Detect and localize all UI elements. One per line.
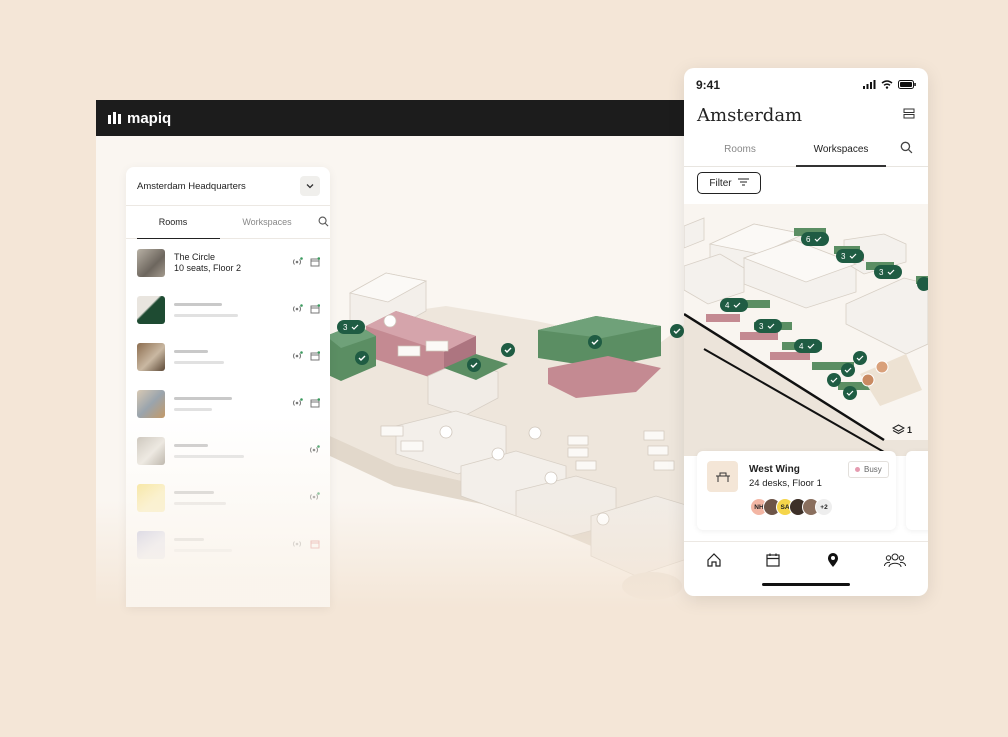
- calendar-icon: [310, 395, 321, 413]
- status-badge: Busy: [848, 461, 889, 478]
- logo-text: mapiq: [127, 109, 172, 127]
- home-indicator: [762, 583, 850, 586]
- layers-icon: [892, 424, 905, 435]
- phone-app: 9:41 Amsterdam Rooms Workspaces 6 3 3 4 …: [684, 68, 928, 596]
- map-badge-count: 6: [806, 235, 811, 244]
- building-name: Amsterdam Headquarters: [137, 180, 246, 192]
- filter-icon: [737, 177, 749, 189]
- sensor-icon: [291, 301, 303, 319]
- status-label: Busy: [864, 465, 882, 474]
- status-bar: 9:41: [684, 68, 928, 102]
- avatar-more: +2: [815, 498, 833, 516]
- workspace-card-next[interactable]: [906, 451, 928, 530]
- tab-rooms[interactable]: Rooms: [126, 206, 220, 239]
- room-thumbnail: [137, 389, 165, 418]
- battery-icon: [898, 78, 916, 92]
- panel-tabs: Rooms Workspaces: [126, 206, 330, 239]
- desk-icon: [707, 461, 738, 492]
- attendee-avatars: NH SA +2: [750, 498, 833, 516]
- page-title: Amsterdam: [697, 104, 803, 126]
- signal-icon: [863, 78, 876, 92]
- calendar-icon[interactable]: [765, 552, 781, 573]
- mapiq-logo[interactable]: mapiq: [108, 110, 171, 127]
- panel-fade: [126, 417, 330, 607]
- map-badge-count: 4: [799, 342, 804, 351]
- map-badge-count: 3: [759, 322, 764, 331]
- calendar-icon: [310, 348, 321, 366]
- map-badge-count: 3: [841, 252, 846, 261]
- sensor-icon: [291, 348, 303, 366]
- room-item[interactable]: The Circle 10 seats, Floor 2: [126, 239, 330, 286]
- room-thumbnail: [137, 342, 165, 371]
- wifi-icon: [881, 78, 893, 92]
- filter-label: Filter: [709, 177, 732, 189]
- room-thumbnail: [137, 295, 165, 324]
- desktop-map-badge-count: 3: [343, 323, 348, 332]
- workspace-details: 24 desks, Floor 1: [749, 478, 822, 489]
- home-icon[interactable]: [706, 552, 722, 573]
- room-item[interactable]: [126, 286, 330, 333]
- tab-rooms[interactable]: Rooms: [684, 133, 796, 166]
- tab-workspaces[interactable]: Workspaces: [220, 206, 314, 238]
- search-icon[interactable]: [900, 141, 913, 157]
- status-time: 9:41: [696, 78, 721, 92]
- calendar-icon: [310, 301, 321, 319]
- phone-tabs: Rooms Workspaces: [684, 132, 928, 167]
- list-view-icon[interactable]: [903, 106, 915, 124]
- floor-indicator[interactable]: 1: [892, 424, 912, 436]
- floor-number: 1: [907, 425, 913, 435]
- sensor-icon: [291, 254, 303, 272]
- workspace-name: West Wing: [749, 464, 800, 475]
- logo-icon: [108, 112, 121, 124]
- workspace-floor-plan: 6 3 3 4 3 4: [684, 217, 928, 456]
- filter-button[interactable]: Filter: [697, 172, 761, 194]
- room-name: The Circle: [174, 251, 216, 262]
- calendar-icon: [310, 254, 321, 272]
- workspace-card[interactable]: West Wing 24 desks, Floor 1 Busy NH SA +…: [697, 451, 896, 530]
- room-details: 10 seats, Floor 2: [174, 262, 242, 273]
- people-icon[interactable]: [884, 552, 907, 573]
- sensor-icon: [291, 395, 303, 413]
- building-selector[interactable]: Amsterdam Headquarters: [126, 167, 330, 206]
- map-badge-count: 4: [725, 301, 730, 310]
- room-item[interactable]: [126, 333, 330, 380]
- room-thumbnail: [137, 248, 165, 277]
- tab-workspaces[interactable]: Workspaces: [796, 133, 886, 167]
- workspace-map[interactable]: 6 3 3 4 3 4: [684, 204, 928, 456]
- rooms-panel: Amsterdam Headquarters Rooms Workspaces …: [126, 167, 330, 607]
- search-icon[interactable]: [318, 216, 329, 229]
- desktop-topbar: mapiq: [96, 100, 696, 136]
- chevron-down-icon[interactable]: [300, 176, 320, 196]
- bottom-navigation: [684, 541, 928, 596]
- map-pin-icon[interactable]: [825, 552, 841, 573]
- map-badge-count: 3: [879, 268, 884, 277]
